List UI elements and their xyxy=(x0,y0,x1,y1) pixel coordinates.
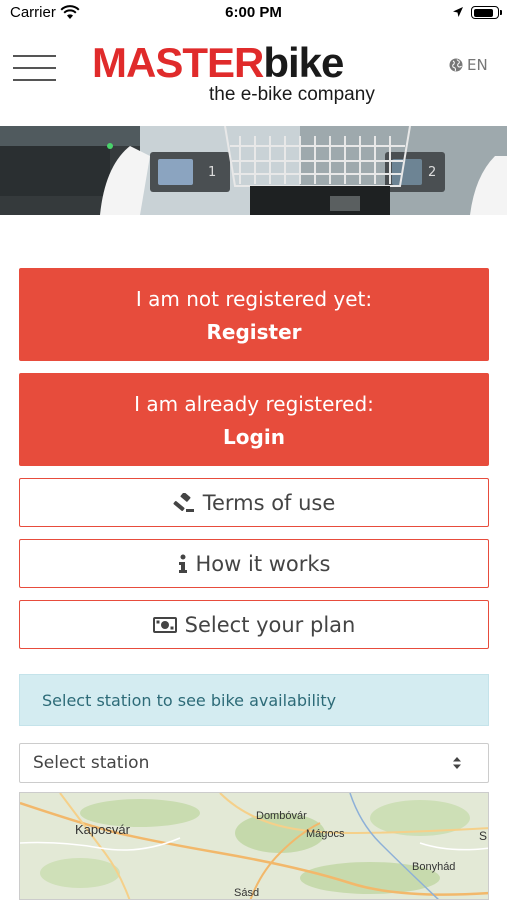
select-arrows-icon xyxy=(453,757,461,769)
language-switcher[interactable]: EN xyxy=(449,56,488,74)
clock: 6:00 PM xyxy=(225,4,282,21)
battery-fill xyxy=(473,8,494,17)
login-label: Login xyxy=(223,425,285,449)
map-label-bonyhad: Bonyhád xyxy=(412,861,456,873)
svg-text:2: 2 xyxy=(428,165,436,180)
status-bar: Carrier 6:00 PM xyxy=(0,0,507,26)
login-prompt: I am already registered: xyxy=(134,392,374,416)
globe-icon xyxy=(449,58,463,72)
terms-of-use-button[interactable]: Terms of use xyxy=(19,478,489,527)
station-info-alert: Select station to see bike availability xyxy=(19,674,489,726)
svg-text:1: 1 xyxy=(208,165,216,180)
map-label-sasd: Sásd xyxy=(234,887,260,899)
terms-of-use-label: Terms of use xyxy=(202,490,336,515)
select-plan-button[interactable]: Select your plan xyxy=(19,600,489,649)
money-icon xyxy=(152,616,177,633)
register-label: Register xyxy=(206,320,302,344)
language-label: EN xyxy=(467,56,488,74)
logo-word-master: MASTER xyxy=(92,39,264,86)
station-info-text: Select station to see bike availability xyxy=(42,690,337,710)
how-it-works-label: How it works xyxy=(195,551,331,576)
how-it-works-button[interactable]: How it works xyxy=(19,539,489,588)
map-label-edge: S xyxy=(479,829,488,843)
register-prompt: I am not registered yet: xyxy=(135,287,373,311)
hamburger-menu-icon[interactable] xyxy=(13,55,56,81)
map-label-magocs: Mágocs xyxy=(306,828,345,840)
register-button[interactable]: I am not registered yet: Register xyxy=(19,268,489,361)
map-label-dombovar: Dombóvár xyxy=(256,810,307,822)
station-select[interactable]: Select station xyxy=(19,743,489,783)
logo-word-bike: bike xyxy=(263,39,344,86)
battery-icon xyxy=(471,6,502,19)
station-map[interactable]: Kaposvár Dombóvár Mágocs Bonyhád Sásd S xyxy=(19,792,489,900)
app-header: MASTERbike the e-bike company EN xyxy=(0,26,507,126)
logo-tagline: the e-bike company xyxy=(209,84,375,105)
map-label-kaposvar: Kaposvár xyxy=(75,822,130,837)
login-button[interactable]: I am already registered: Login xyxy=(19,373,489,466)
select-plan-label: Select your plan xyxy=(184,612,356,637)
station-select-value: Select station xyxy=(33,753,150,773)
hero-bike-photo: 1 2 xyxy=(0,126,507,215)
masterbike-logo: MASTERbike the e-bike company xyxy=(92,40,402,110)
info-icon xyxy=(178,554,187,573)
location-arrow-icon xyxy=(453,7,463,17)
gavel-icon xyxy=(173,492,194,512)
